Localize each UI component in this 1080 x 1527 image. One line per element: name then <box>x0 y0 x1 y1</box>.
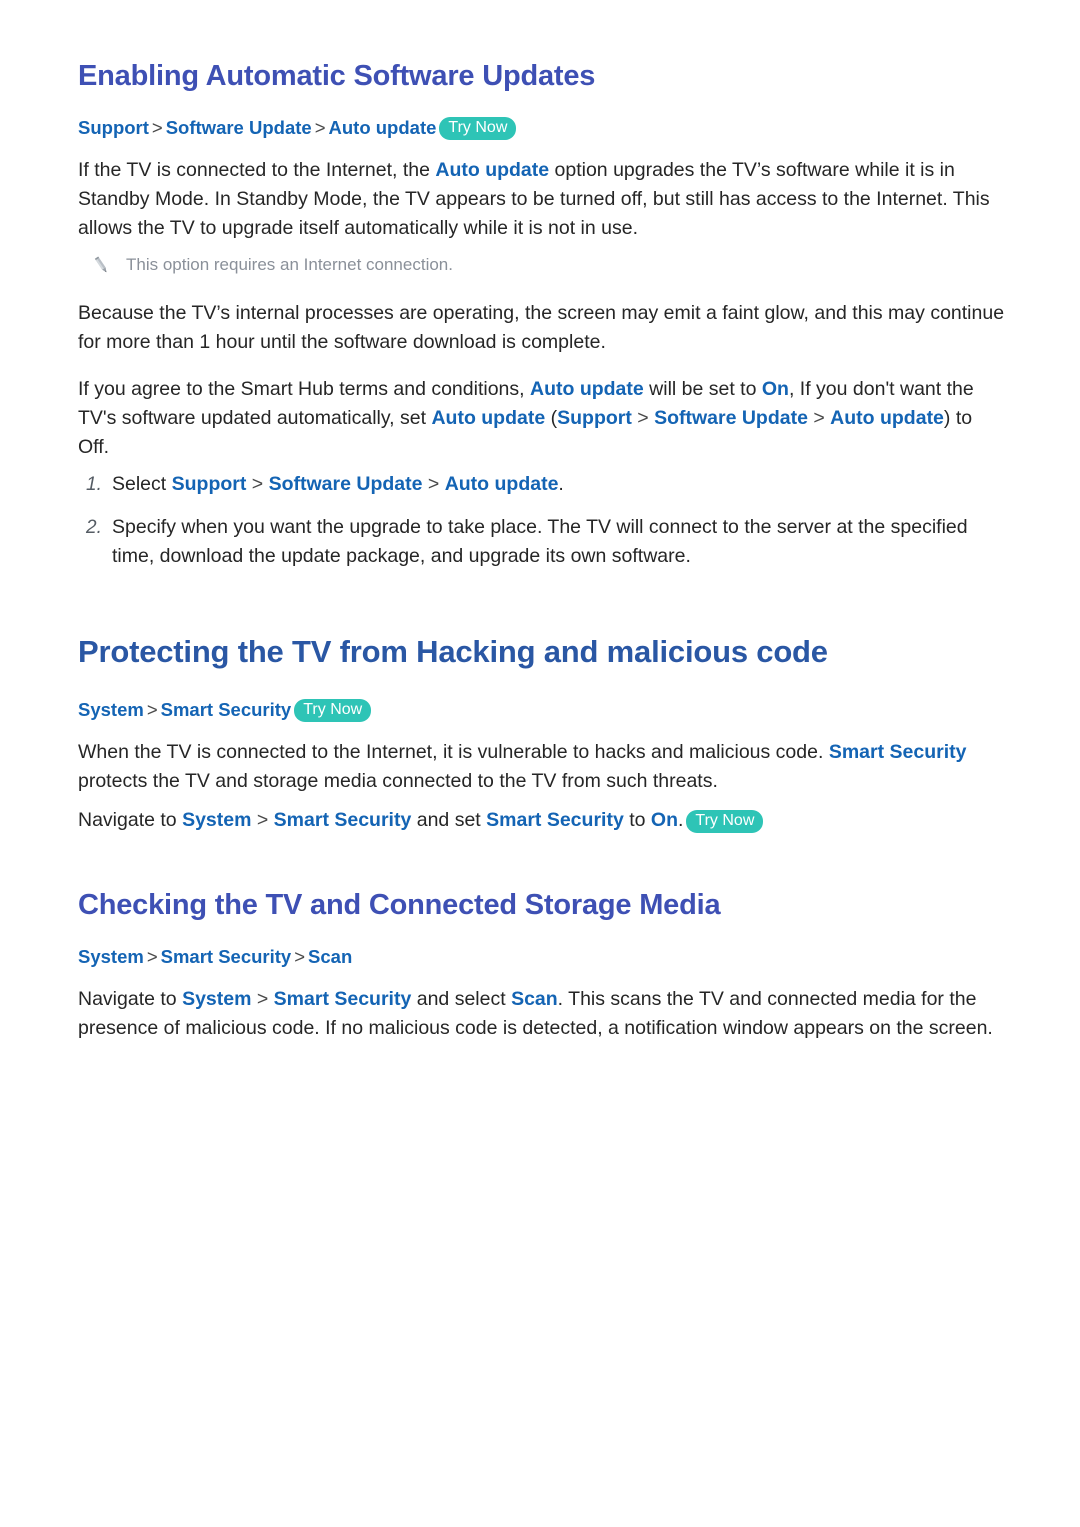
breadcrumb-item-smart-security[interactable]: Smart Security <box>161 699 292 720</box>
paragraph-smart-security-description: When the TV is connected to the Internet… <box>78 738 1008 796</box>
link-auto-update[interactable]: Auto update <box>435 159 549 181</box>
text-fragment: If you agree to the Smart Hub terms and … <box>78 378 530 400</box>
list-item-number: 1. <box>86 474 102 495</box>
link-support[interactable]: Support <box>172 473 247 495</box>
breadcrumb-separator-icon: > <box>294 945 306 967</box>
text-fragment: If the TV is connected to the Internet, … <box>78 159 436 181</box>
paragraph-navigate-smart-security: Navigate to System > Smart Security and … <box>78 806 1008 835</box>
text-fragment: protects the TV and storage media connec… <box>78 769 718 792</box>
breadcrumb-system-smart-security-scan: System > Smart Security > Scan <box>78 943 1008 971</box>
try-now-badge[interactable]: Try Now <box>439 117 517 141</box>
text-fragment: ( <box>545 407 558 429</box>
link-smart-security[interactable]: Smart Security <box>274 809 412 831</box>
link-on[interactable]: On <box>651 809 678 831</box>
text-fragment: and select <box>411 987 512 1010</box>
steps-list: 1. Select Support > Software Update > Au… <box>78 470 1008 571</box>
breadcrumb-item-auto-update[interactable]: Auto update <box>329 117 437 138</box>
text-fragment: Select <box>112 473 172 495</box>
list-item: 1. Select Support > Software Update > Au… <box>78 470 1008 499</box>
text-fragment: will be set to <box>643 378 762 400</box>
link-on[interactable]: On <box>762 378 789 400</box>
link-auto-update[interactable]: Auto update <box>445 473 559 495</box>
section-heading-protecting-the-tv-from-hacking: Protecting the TV from Hacking and malic… <box>78 634 828 669</box>
text-fragment: and set <box>411 808 487 831</box>
pencil-icon <box>92 255 112 277</box>
link-software-update[interactable]: Software Update <box>269 473 423 495</box>
breadcrumb-separator-icon: > <box>314 117 326 139</box>
link-smart-security[interactable]: Smart Security <box>274 988 412 1010</box>
list-item-text: Specify when you want the upgrade to tak… <box>112 516 968 567</box>
link-auto-update[interactable]: Auto update <box>431 407 545 429</box>
text-fragment: to <box>623 808 651 831</box>
link-system[interactable]: System <box>182 809 251 831</box>
separator-icon: > <box>427 473 440 495</box>
list-item-number: 2. <box>86 517 102 538</box>
paragraph-scan-description: Navigate to System > Smart Security and … <box>78 985 1008 1043</box>
section-heading-enabling-automatic-software-updates: Enabling Automatic Software Updates <box>78 60 596 92</box>
note-text: This option requires an Internet connect… <box>126 255 453 274</box>
separator-icon: > <box>251 473 264 495</box>
text-fragment: Navigate to <box>78 987 183 1010</box>
text-fragment: . <box>558 473 564 495</box>
link-smart-security[interactable]: Smart Security <box>829 741 967 763</box>
breadcrumb-separator-icon: > <box>146 698 158 720</box>
breadcrumb-item-software-update[interactable]: Software Update <box>166 117 312 138</box>
breadcrumb-item-scan[interactable]: Scan <box>308 946 352 967</box>
breadcrumb-item-smart-security[interactable]: Smart Security <box>161 946 292 967</box>
link-auto-update[interactable]: Auto update <box>830 407 944 429</box>
paragraph-smart-hub-terms: If you agree to the Smart Hub terms and … <box>78 375 1008 462</box>
separator-icon: > <box>256 808 269 831</box>
link-scan[interactable]: Scan <box>511 988 558 1010</box>
list-item-text: Select Support > Software Update > Auto … <box>112 470 1008 499</box>
section-heading-checking-the-tv-and-connected-storage-media: Checking the TV and Connected Storage Me… <box>78 888 721 921</box>
try-now-badge[interactable]: Try Now <box>686 809 764 833</box>
separator-icon: > <box>813 407 825 429</box>
breadcrumb-item-system[interactable]: System <box>78 699 144 720</box>
try-now-badge[interactable]: Try Now <box>294 698 372 722</box>
link-support[interactable]: Support <box>557 407 632 429</box>
link-software-update[interactable]: Software Update <box>654 407 808 429</box>
separator-icon: > <box>637 407 649 429</box>
breadcrumb-item-system[interactable]: System <box>78 946 144 967</box>
separator-icon: > <box>256 987 269 1010</box>
text-fragment: . <box>678 808 684 831</box>
link-auto-update[interactable]: Auto update <box>530 378 644 400</box>
breadcrumb-separator-icon: > <box>151 117 163 139</box>
text-fragment: Navigate to <box>78 808 183 831</box>
breadcrumb-separator-icon: > <box>146 945 158 967</box>
paragraph-auto-update-description: If the TV is connected to the Internet, … <box>78 156 1008 243</box>
note-internet-connection-required: This option requires an Internet connect… <box>78 253 1008 277</box>
document-content: Enabling Automatic Software Updates Supp… <box>78 58 1008 1043</box>
breadcrumb-system-smart-security: System > Smart Security Try Now <box>78 696 1008 724</box>
link-smart-security[interactable]: Smart Security <box>486 809 624 831</box>
breadcrumb-item-support[interactable]: Support <box>78 117 149 138</box>
breadcrumb-support-software-update-auto-update: Support > Software Update > Auto update Try N… <box>78 114 1008 142</box>
list-item: 2. Specify when you want the upgrade to … <box>78 513 1008 571</box>
link-system[interactable]: System <box>182 988 251 1010</box>
document-page: Enabling Automatic Software Updates Supp… <box>0 0 1080 1527</box>
text-fragment: When the TV is connected to the Internet… <box>78 740 829 763</box>
paragraph-faint-glow: Because the TV’s internal processes are … <box>78 302 1005 353</box>
